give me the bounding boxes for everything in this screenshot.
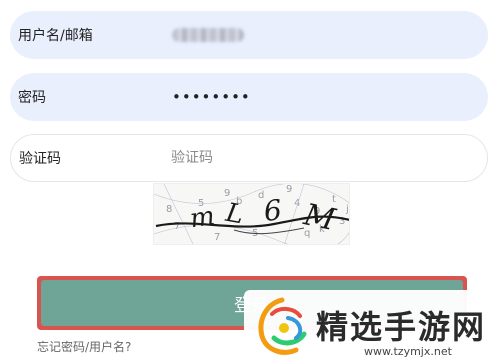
watermark: 精选手游网 www.tzymjx.net (244, 290, 500, 364)
watermark-title: 精选手游网 (316, 308, 487, 346)
watermark-logo-icon (258, 297, 307, 355)
username-label: 用户名/邮箱 (18, 28, 93, 44)
captcha-noise-char: j (345, 204, 349, 215)
password-value[interactable]: •••••••• (172, 88, 251, 106)
username-field[interactable]: 用户名/邮箱 (10, 11, 488, 59)
captcha-svg: 8 9 b d 7 5 4 9 t 3 5 q k 7 j 9 m L 6 M (154, 184, 349, 244)
password-label: 密码 (18, 90, 46, 106)
watermark-url: www.tzymjx.net (364, 345, 452, 358)
password-field[interactable]: 密码 •••••••• (10, 73, 488, 121)
captcha-strike-line-2 (233, 227, 305, 235)
captcha-noise-char: 8 (166, 204, 172, 215)
captcha-char: m (188, 201, 217, 234)
captcha-field[interactable]: 验证码 (10, 134, 488, 182)
captcha-noise-char: 7 (214, 232, 220, 243)
captcha-label: 验证码 (19, 151, 61, 167)
username-value-obscured[interactable] (172, 28, 244, 42)
forgot-password-link[interactable]: 忘记密码/用户名? (37, 338, 131, 355)
captcha-image[interactable]: 8 9 b d 7 5 4 9 t 3 5 q k 7 j 9 m L 6 M (153, 183, 350, 245)
captcha-input[interactable] (171, 146, 371, 170)
captcha-noise-char: 9 (286, 184, 292, 195)
captcha-noise-char: 4 (294, 198, 300, 209)
